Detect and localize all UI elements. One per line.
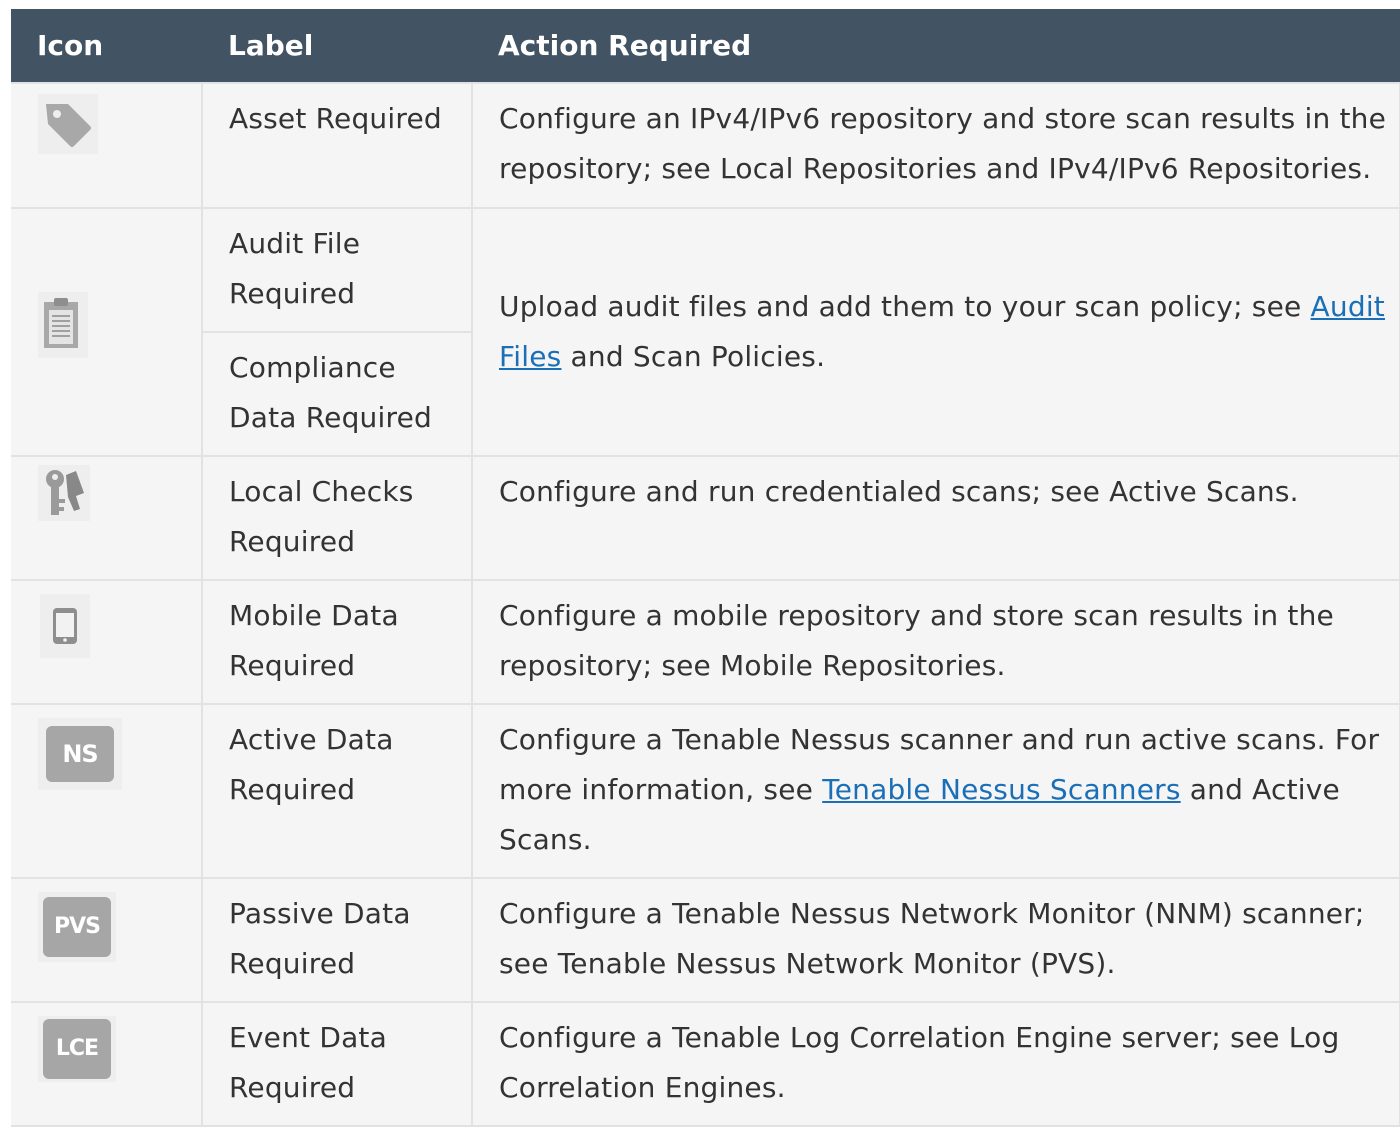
clipboard-icon bbox=[38, 292, 88, 358]
data-requirements-table: Icon Label Action Required Asset Require… bbox=[11, 9, 1400, 1127]
ns-badge-icon: NS bbox=[38, 718, 122, 790]
icon-cell: PVS bbox=[11, 877, 203, 1003]
icon-cell bbox=[11, 579, 203, 705]
row-action: Configure a mobile repository and store … bbox=[471, 579, 1400, 705]
table-row: Local Checks Required Configure and run … bbox=[11, 455, 1400, 581]
table-row: LCE Event Data Required Configure a Tena… bbox=[11, 1001, 1400, 1127]
row-action: Configure a Tenable Nessus scanner and r… bbox=[471, 703, 1400, 879]
row-label: Asset Required bbox=[201, 82, 473, 209]
icon-cell bbox=[11, 455, 203, 581]
row-action: Upload audit files and add them to your … bbox=[471, 207, 1400, 457]
lce-badge-icon: LCE bbox=[38, 1016, 116, 1082]
data-requirements-table-container: Icon Label Action Required Asset Require… bbox=[11, 9, 1400, 1127]
icon-cell bbox=[11, 207, 203, 457]
mobile-phone-icon bbox=[40, 594, 90, 658]
row-label: Active Data Required bbox=[201, 703, 473, 879]
pvs-badge-text: PVS bbox=[43, 897, 111, 957]
icon-cell bbox=[11, 82, 203, 209]
row-label: Local Checks Required bbox=[201, 455, 473, 581]
table-row: NS Active Data Required Configure a Tena… bbox=[11, 703, 1400, 879]
tag-icon bbox=[38, 94, 98, 154]
row-action-text: and Scan Policies. bbox=[561, 340, 826, 373]
table-row: PVS Passive Data Required Configure a Te… bbox=[11, 877, 1400, 1003]
icon-cell: LCE bbox=[11, 1001, 203, 1127]
table-row: Audit File Required Upload audit files a… bbox=[11, 207, 1400, 457]
row-action-text: Upload audit files and add them to your … bbox=[499, 290, 1311, 323]
column-header-icon: Icon bbox=[11, 9, 202, 83]
row-label: Passive Data Required bbox=[201, 877, 473, 1003]
row-label: Audit File Required bbox=[201, 207, 473, 333]
lce-badge-text: LCE bbox=[43, 1019, 111, 1079]
column-header-action: Action Required bbox=[472, 9, 1400, 83]
row-action: Configure and run credentialed scans; se… bbox=[471, 455, 1400, 581]
row-action: Configure an IPv4/IPv6 repository and st… bbox=[471, 82, 1400, 209]
row-action: Configure a Tenable Log Correlation Engi… bbox=[471, 1001, 1400, 1127]
table-row: Mobile Data Required Configure a mobile … bbox=[11, 579, 1400, 705]
column-header-label: Label bbox=[202, 9, 472, 83]
pvs-badge-icon: PVS bbox=[38, 892, 116, 962]
ns-badge-text: NS bbox=[46, 726, 114, 782]
table-header-row: Icon Label Action Required bbox=[11, 9, 1400, 83]
row-label: Mobile Data Required bbox=[201, 579, 473, 705]
table-row: Asset Required Configure an IPv4/IPv6 re… bbox=[11, 82, 1400, 209]
tenable-nessus-scanners-link[interactable]: Tenable Nessus Scanners bbox=[822, 773, 1180, 806]
row-label: Compliance Data Required bbox=[201, 331, 473, 457]
row-action: Configure a Tenable Nessus Network Monit… bbox=[471, 877, 1400, 1003]
row-label: Event Data Required bbox=[201, 1001, 473, 1127]
keys-icon bbox=[38, 465, 90, 521]
icon-cell: NS bbox=[11, 703, 203, 879]
